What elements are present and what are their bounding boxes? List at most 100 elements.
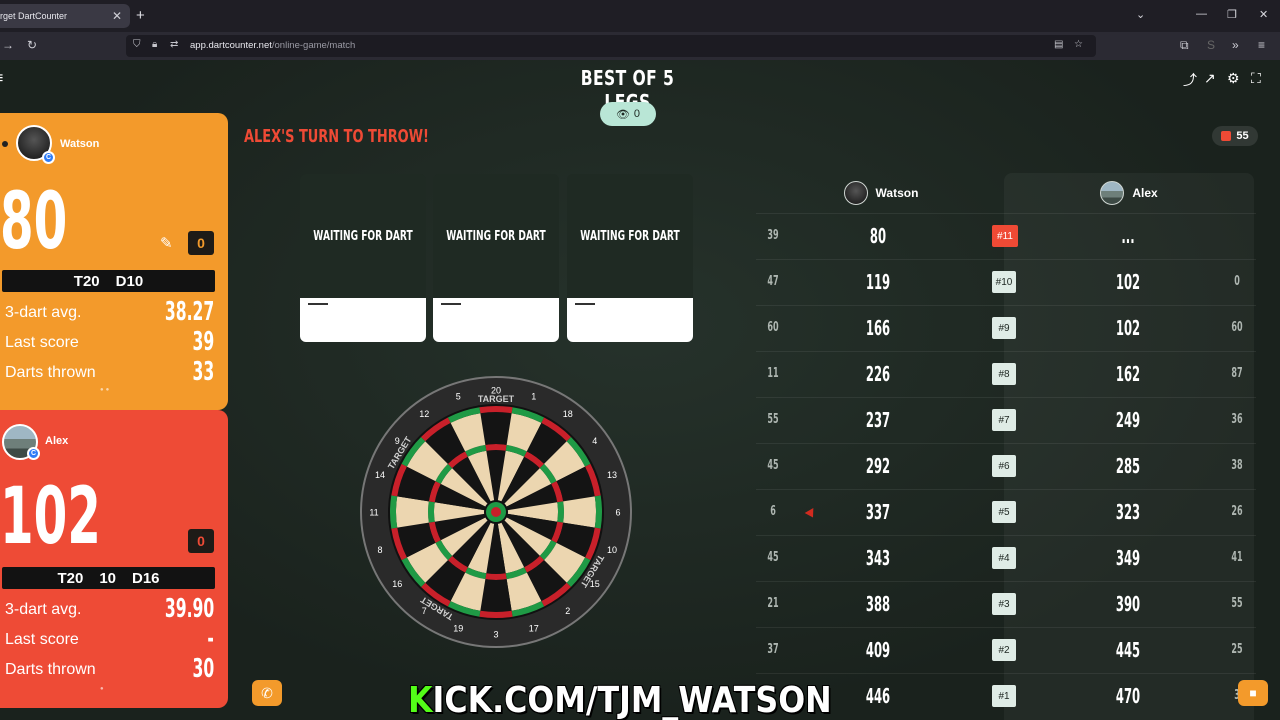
- watson-remaining: 337: [865, 500, 891, 524]
- shield-icon[interactable]: ⛉: [133, 39, 141, 50]
- watson-thrown: 11: [767, 366, 779, 381]
- alex-thrown: 60: [1231, 320, 1243, 335]
- verified-badge-icon: C: [27, 447, 40, 460]
- permissions-icon[interactable]: ⇄: [170, 39, 178, 50]
- minimize-icon[interactable]: —: [1196, 8, 1207, 20]
- round-number: #3: [992, 593, 1016, 615]
- phone-icon: ✆: [261, 684, 273, 701]
- board-number: 14: [375, 470, 385, 480]
- checkout-suggestion: T20 10 D16: [2, 567, 215, 589]
- player-card-watson: C Watson 80 ✎ 0 T20 D10 3-dart avg. 38.2…: [0, 113, 228, 410]
- new-tab-icon[interactable]: +: [136, 7, 145, 24]
- board-number: 10: [607, 545, 617, 555]
- watson-thrown: 37: [767, 642, 779, 657]
- alex-thrown: 41: [1231, 550, 1243, 565]
- board-number: 8: [377, 545, 382, 555]
- table-row: 21 388 #3 390 55: [756, 581, 1256, 627]
- alex-remaining: 162: [1115, 362, 1141, 386]
- watson-remaining: 388: [865, 592, 891, 616]
- close-window-icon[interactable]: ✕: [1259, 8, 1268, 21]
- tab-close-icon[interactable]: ✕: [110, 9, 124, 23]
- table-row: 55 237 #7 249 36: [756, 397, 1256, 443]
- avatar: [1100, 181, 1125, 205]
- player-card-alex: C Alex 102 0 T20 10 D16 3-dart avg. 39.9…: [0, 410, 228, 708]
- board-segment: [480, 579, 512, 612]
- camera-button[interactable]: ■: [1238, 680, 1268, 706]
- board-brand-text: TARGET: [478, 394, 515, 404]
- watson-remaining: 292: [865, 454, 891, 478]
- call-button[interactable]: ✆: [252, 680, 282, 706]
- table-row: 6 337 #5 323 26: [756, 489, 1256, 535]
- edit-pencil-icon[interactable]: ✎: [160, 234, 173, 252]
- overflow-chevron-icon[interactable]: »: [1232, 38, 1239, 52]
- watson-remaining: 237: [865, 408, 891, 432]
- checkout-suggestion: T20 D10: [2, 270, 215, 292]
- alex-remaining: 445: [1115, 638, 1141, 662]
- watson-remaining: 226: [865, 362, 891, 386]
- share-icon[interactable]: ⤴: [1183, 70, 1197, 90]
- board-number: 16: [392, 579, 402, 589]
- carousel-dots: ●●: [100, 387, 112, 393]
- tab-title: rget DartCounter: [0, 11, 68, 21]
- alex-thrown: 26: [1231, 504, 1243, 519]
- spectators-pill[interactable]: 👁︎ 0: [600, 102, 656, 126]
- board-segment: [557, 501, 564, 523]
- alex-remaining: ...: [1121, 224, 1135, 248]
- chat-badge[interactable]: 55: [1212, 126, 1258, 146]
- stat-label: Darts thrown: [5, 364, 96, 381]
- board-number: 17: [529, 624, 539, 634]
- watson-remaining: 409: [865, 638, 891, 662]
- remaining-score: 102: [0, 472, 101, 562]
- dartboard[interactable]: 2011841361015217319716811149125 TARGETTAR…: [360, 376, 632, 648]
- stat-label: 3-dart avg.: [5, 304, 82, 321]
- extension-s-icon[interactable]: S: [1207, 38, 1215, 52]
- board-number: 19: [453, 624, 463, 634]
- table-row: 45 343 #4 349 41: [756, 535, 1256, 581]
- extensions-icon[interactable]: ⧉: [1180, 38, 1189, 53]
- remaining-score: 80: [0, 177, 68, 267]
- table-row: 60 166 #9 102 60: [756, 305, 1256, 351]
- browser-tabbar: rget DartCounter ✕ + ⌄ — ❐ ✕: [0, 0, 1280, 32]
- dart-status: WAITING FOR DART: [446, 228, 546, 244]
- browser-tab[interactable]: rget DartCounter ✕: [0, 4, 130, 28]
- watson-thrown: 45: [767, 458, 779, 473]
- watson-thrown: 39: [767, 228, 779, 243]
- reload-icon[interactable]: ↻: [27, 38, 37, 52]
- browser-navbar: → ↻ ⛉ 🔒︎ ⇄ app.dartcounter.net/online-ga…: [0, 32, 1280, 60]
- board-segment: [396, 496, 429, 528]
- forward-icon[interactable]: →: [2, 38, 14, 52]
- dart-icon: [441, 303, 461, 305]
- app-menu-icon[interactable]: ≡: [1258, 38, 1265, 52]
- menu-icon[interactable]: ≡: [0, 70, 3, 88]
- eye-icon: 👁︎: [615, 108, 630, 121]
- spectator-count: 0: [633, 108, 641, 120]
- board-number: 12: [419, 409, 429, 419]
- bookmark-star-icon[interactable]: ☆: [1074, 39, 1083, 50]
- dart-icon: [308, 303, 328, 305]
- stat-value: 33: [192, 357, 214, 387]
- stats-trend-icon[interactable]: ↗: [1204, 70, 1216, 87]
- alex-remaining: 390: [1115, 592, 1141, 616]
- alex-thrown: 87: [1231, 366, 1243, 381]
- verified-badge-icon: C: [42, 151, 55, 164]
- stat-label: Darts thrown: [5, 661, 96, 678]
- round-number: #2: [992, 639, 1016, 661]
- maximize-icon[interactable]: ❐: [1227, 8, 1237, 21]
- tab-list-chevron-icon[interactable]: ⌄: [1136, 8, 1145, 21]
- round-number: #5: [992, 501, 1016, 523]
- settings-gear-icon[interactable]: ⚙: [1227, 70, 1240, 87]
- scoreboard-header-alex: Alex: [1004, 173, 1254, 213]
- board-number: 5: [456, 391, 461, 401]
- round-number: #11: [992, 225, 1018, 247]
- stat-value: 39.90: [164, 594, 214, 624]
- game-app: ≡ BEST OF 5 LEGS 👁︎ 0 ⤴ ↗ ⚙ ⛶ 55 C Watso…: [0, 60, 1280, 720]
- dart-icon: [575, 303, 595, 305]
- fullscreen-icon[interactable]: ⛶: [1251, 70, 1261, 87]
- reader-view-icon[interactable]: ▤: [1054, 39, 1063, 50]
- board-number: 1: [531, 391, 536, 401]
- watson-thrown: 60: [767, 320, 779, 335]
- alex-remaining: 102: [1115, 270, 1141, 294]
- alex-remaining: 470: [1115, 684, 1141, 708]
- lock-icon[interactable]: 🔒︎: [152, 39, 157, 50]
- url-bar[interactable]: ⛉ 🔒︎ ⇄ app.dartcounter.net/online-game/m…: [126, 35, 1096, 57]
